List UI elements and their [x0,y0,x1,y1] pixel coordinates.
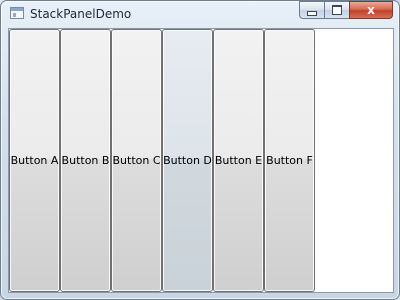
app-window: StackPanelDemo x Button A Button B Butto… [0,0,400,300]
button-f[interactable]: Button F [264,29,315,292]
title-bar[interactable]: StackPanelDemo x [1,1,399,27]
close-icon: x [367,3,375,17]
minimize-icon [307,10,317,16]
minimize-button[interactable] [299,1,324,19]
close-button[interactable]: x [349,1,393,19]
button-c[interactable]: Button C [111,29,162,292]
maximize-icon [332,5,342,15]
button-b[interactable]: Button B [60,29,111,292]
stack-panel: Button A Button B Button C Button D Butt… [9,29,315,292]
maximize-button[interactable] [324,1,349,19]
window-icon[interactable] [10,7,24,19]
client-area: Button A Button B Button C Button D Butt… [8,28,394,293]
button-e[interactable]: Button E [213,29,264,292]
caption-buttons: x [299,1,393,20]
button-d[interactable]: Button D [162,29,213,292]
window-title: StackPanelDemo [30,7,132,21]
button-a[interactable]: Button A [9,29,60,292]
